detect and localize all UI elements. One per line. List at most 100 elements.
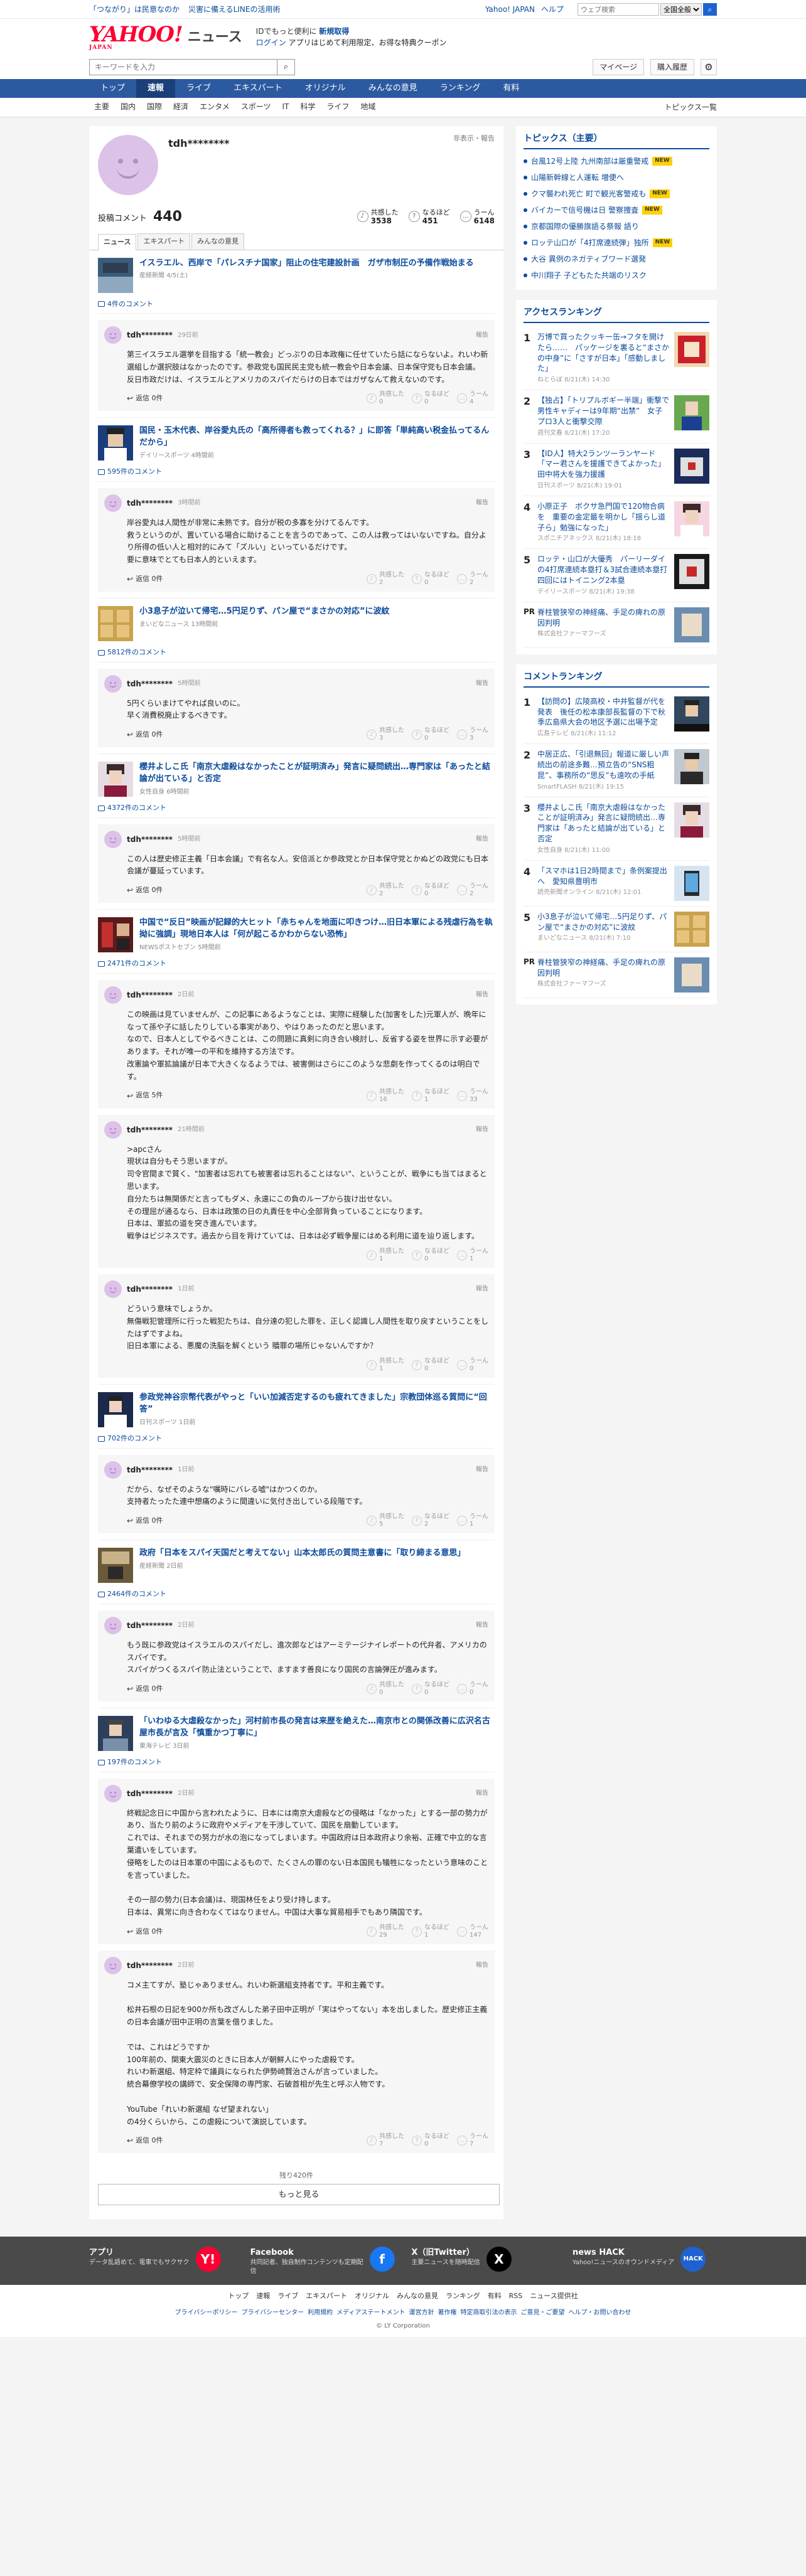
newshack-icon[interactable]: HACK — [680, 2246, 706, 2272]
footer-legal-link[interactable]: メディアステートメント — [336, 2309, 405, 2316]
ranking-item[interactable]: 4 「スマホは1日2時間まで」条例案提出へ 愛知県豊明市 読売新聞オンライン 8/2… — [524, 861, 709, 907]
footer-legal-link[interactable]: 利用規約 — [308, 2309, 333, 2316]
reaction-button[interactable]: ? なるほど 0 — [412, 391, 449, 406]
footer-nav-link[interactable]: エキスパート — [306, 2292, 347, 2300]
reaction-button[interactable]: … うーん 3 — [457, 727, 488, 742]
search-scope-select[interactable]: 全国全般 — [660, 3, 702, 16]
topic-item[interactable]: ロッテ山口が「4打席連続弾」独所 NEW — [524, 235, 709, 251]
ranking-title[interactable]: 万博で買ったクッキー缶→フタを開けたら…… パッケージを裏ると“まさかの中身”に… — [537, 332, 669, 374]
avatar[interactable] — [104, 326, 122, 344]
topic-item[interactable]: クマ襲われ死亡 町で観光客警戒も NEW — [524, 186, 709, 202]
reply-count[interactable]: 返信 0件 — [136, 1927, 163, 1937]
comment-count-link[interactable]: 2471件のコメント — [98, 957, 495, 974]
reaction-button[interactable]: ? なるほど 0 — [412, 727, 449, 742]
report-link[interactable]: 報告 — [476, 1621, 488, 1630]
purchase-history-button[interactable]: 購入履歴 — [650, 59, 694, 75]
ranking-thumbnail[interactable] — [674, 749, 709, 785]
nav-tab[interactable]: みんなの意見 — [357, 79, 429, 98]
ranking-title[interactable]: 【訪問の】広陵高校・中井監督が代を発表 後任の松本康部長監督の下で秋季広島県大会… — [537, 696, 669, 728]
reaction-button[interactable]: ? なるほど 0 — [412, 572, 449, 587]
comment-user[interactable]: tdh******** — [127, 989, 173, 1001]
reaction-button[interactable]: … うーん 4 — [457, 391, 488, 406]
avatar[interactable] — [104, 674, 122, 693]
avatar[interactable] — [104, 1784, 122, 1802]
footer-app-link[interactable]: アプリ データ乱語めて、電車でもサクサク Y! — [89, 2246, 234, 2277]
reply-button[interactable]: ↩ 返信 0件 — [127, 393, 163, 404]
topic-item[interactable]: バイカーで信号機は日 警察捜査 NEW — [524, 202, 709, 218]
search-icon[interactable]: ⌕ — [277, 59, 295, 75]
article-link[interactable]: 国民・玉木代表、岸谷愛丸氏の「高所得者も救ってくれる？」に即答「単純高い税金払っ… — [98, 417, 495, 466]
reply-button[interactable]: ↩ 返信 0件 — [127, 1683, 163, 1695]
comment-user[interactable]: tdh******** — [127, 1464, 173, 1476]
ranking-thumbnail[interactable] — [674, 554, 709, 590]
reaction-button[interactable]: ♪ 共感した 2 — [367, 572, 404, 587]
utility-link[interactable]: 「つながり」は民意なのか — [89, 5, 180, 14]
hide-report-link[interactable]: 非表示・報告 — [453, 134, 495, 144]
category-link[interactable]: 国際 — [147, 102, 162, 111]
article-link[interactable]: 参政党神谷宗幣代表がやっと「いい加減否定するのも疲れてきました」宗教団体巡る質問… — [98, 1384, 495, 1432]
footer-legal-link[interactable]: ヘルプ・お問い合わせ — [568, 2309, 631, 2316]
article-link[interactable]: 政府「日本をスパイ天国だと考えてない」山本太郎氏の質問主意書に「取り締まる意思」… — [98, 1540, 495, 1588]
reply-count[interactable]: 返信 0件 — [136, 1516, 163, 1526]
news-search-input[interactable] — [89, 59, 277, 75]
footer-nav-link[interactable]: ライブ — [277, 2292, 298, 2300]
footer-app-link[interactable]: X（旧Twitter） 主要ニュースを随時配信 X — [411, 2246, 556, 2277]
article-title[interactable]: 小3息子が泣いて帰宅…5円足りず、パン屋で“まさかの対応”に波紋 — [139, 606, 390, 618]
ranking-thumbnail[interactable] — [674, 607, 709, 642]
report-link[interactable]: 報告 — [476, 1284, 488, 1294]
report-link[interactable]: 報告 — [476, 1465, 488, 1474]
topic-link[interactable]: バイカーで信号機は日 警察捜査 — [531, 205, 638, 216]
reply-count[interactable]: 返信 5件 — [136, 1090, 163, 1101]
ranking-title[interactable]: 小原正子 ボクサ急門国で120物合病を 重要の金定最を明かし「揺らし道子ら」勉強… — [537, 501, 669, 533]
ranking-thumbnail[interactable] — [674, 448, 709, 484]
category-link[interactable]: 科学 — [300, 102, 315, 111]
comment-count[interactable]: 2464件のコメント — [107, 1589, 166, 1600]
avatar[interactable] — [104, 1616, 122, 1634]
news-service-name[interactable]: ニュース — [188, 27, 242, 48]
reply-button[interactable]: ↩ 返信 5件 — [127, 1090, 163, 1102]
more-button[interactable]: もっと見る — [98, 2183, 500, 2205]
reaction-button[interactable]: … うーん 7 — [457, 2133, 488, 2148]
ranking-item[interactable]: PR 脊柱管狭窄の神経痛、手足の痺れの原因判明 株式会社ファーマフーズ — [524, 952, 709, 998]
ranking-thumbnail[interactable] — [674, 865, 709, 901]
comment-user[interactable]: tdh******** — [127, 1284, 173, 1295]
comment-count-link[interactable]: 4372件のコメント — [98, 802, 495, 818]
comment-user[interactable]: tdh******** — [127, 834, 173, 845]
register-link[interactable]: 新規取得 — [319, 27, 349, 36]
avatar[interactable] — [104, 1956, 122, 1974]
reaction-button[interactable]: ♪ 共感した 0 — [367, 1681, 404, 1696]
footer-app-link[interactable]: Facebook 共同記者、独自制作コンテンツも定期配信 f — [250, 2246, 395, 2277]
avatar[interactable] — [104, 1280, 122, 1298]
reply-count[interactable]: 返信 0件 — [136, 2136, 163, 2146]
comment-count-link[interactable]: 4件のコメント — [98, 298, 495, 314]
ranking-title[interactable]: 小3息子が泣いて帰宅…5円足りず、パン屋で“まさかの対応”に波紋 — [537, 912, 669, 933]
comment-user[interactable]: tdh******** — [127, 678, 173, 689]
category-link[interactable]: 地域 — [360, 102, 375, 111]
report-link[interactable]: 報告 — [476, 834, 488, 844]
reaction-button[interactable]: ? なるほど 0 — [412, 1248, 449, 1263]
comment-count[interactable]: 5812件のコメント — [107, 647, 166, 658]
login-link[interactable]: ログイン — [256, 38, 286, 47]
comment-count[interactable]: 595件のコメント — [107, 467, 162, 477]
nav-tab[interactable]: オリジナル — [294, 79, 357, 98]
footer-app-link[interactable]: news HACK Yahoo!ニュースのオウンドメディア HACK — [572, 2246, 717, 2277]
reaction-button[interactable]: ? なるほど 0 — [412, 1681, 449, 1696]
article-title[interactable]: 政府「日本をスパイ天国だと考えてない」山本太郎氏の質問主意書に「取り締まる意思」 — [139, 1548, 465, 1560]
ranking-item[interactable]: 3 【ID人】特大2ランツーランヤード「マー君さんを援護できてよかった」田中将大を… — [524, 444, 709, 496]
ranking-thumbnail[interactable] — [674, 957, 709, 993]
yahoo-app-icon[interactable]: Y! — [195, 2246, 221, 2272]
article-link[interactable]: イスラエル、西岸で「パレスチナ国家」阻止の住宅建設計画 ガザ市制圧の予備作戦始ま… — [98, 250, 495, 298]
topic-link[interactable]: 京都国際の優勝旗語る祭報 語り — [531, 221, 639, 232]
nav-tab[interactable]: エキスパート — [222, 79, 294, 98]
yahoo-logo[interactable]: YAHOO! JAPAN — [89, 24, 183, 51]
reaction-button[interactable]: … うーん 1 — [457, 1513, 488, 1528]
ranking-item[interactable]: 4 小原正子 ボクサ急門国で120物合病を 重要の金定最を明かし「揺らし道子ら」勉… — [524, 496, 709, 550]
tab-opinion[interactable]: みんなの意見 — [191, 233, 245, 250]
reaction-button[interactable]: ♪ 共感した 7 — [367, 2133, 404, 2148]
avatar[interactable] — [104, 986, 122, 1004]
reaction-button[interactable]: ♪ 共感した 29 — [367, 1924, 404, 1939]
report-link[interactable]: 報告 — [476, 498, 488, 508]
reaction-button[interactable]: ♪ 共感した 16 — [367, 1088, 404, 1104]
reaction-button[interactable]: ♪ 共感した 0 — [367, 391, 404, 406]
category-link[interactable]: 主要 — [94, 102, 109, 111]
